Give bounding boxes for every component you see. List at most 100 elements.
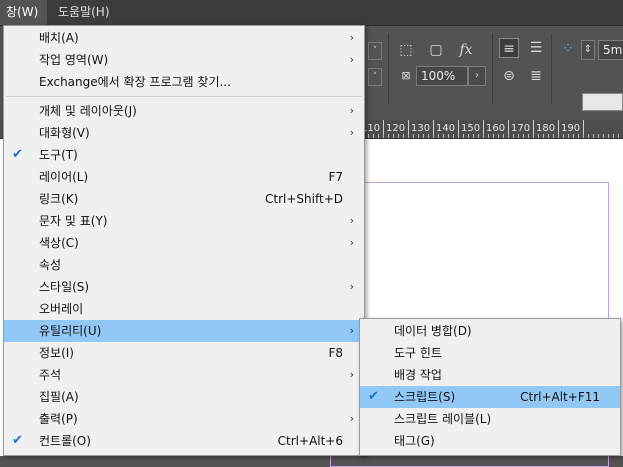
align-justify-icon[interactable]: ☰ — [526, 38, 546, 58]
ruler-tick — [543, 134, 544, 138]
menu-item-styles[interactable]: 스타일(S) › — [4, 276, 364, 298]
chevron-right-icon: › — [349, 412, 354, 425]
ruler-label: 160 — [486, 123, 506, 134]
submenu-item-scripts[interactable]: ✔ 스크립트(S) Ctrl+Alt+F11 — [360, 386, 620, 408]
menubar: 창(W) 도움말(H) — [0, 0, 623, 26]
ruler-label: 170 — [511, 123, 531, 134]
menubar-window[interactable]: 창(W) — [0, 0, 47, 25]
menu-item-info[interactable]: 정보(I) F8 — [4, 342, 364, 364]
menu-item-tools[interactable]: ✔ 도구(T) — [4, 144, 364, 166]
ruler-label: 150 — [461, 123, 481, 134]
chevron-right-icon[interactable]: › — [468, 66, 486, 86]
ruler-tick — [438, 134, 439, 138]
ruler-tick — [558, 134, 559, 138]
ruler-tick — [398, 134, 399, 138]
chevron-down-icon[interactable]: ˅ — [368, 68, 382, 86]
checkmark-icon: ✔ — [368, 389, 379, 404]
opacity-field[interactable]: 100% — [416, 66, 468, 86]
align-center-icon[interactable]: ≡ — [499, 38, 519, 58]
menu-item-color[interactable]: 색상(C) › — [4, 232, 364, 254]
submenu-item-tags[interactable]: 태그(G) — [360, 430, 620, 452]
ruler-tick — [548, 134, 549, 138]
ruler-tick — [453, 134, 454, 138]
ruler-tick — [408, 134, 409, 138]
divider — [388, 34, 389, 104]
ruler-tick — [473, 134, 474, 138]
menu-item-type-tables[interactable]: 문자 및 표(Y) › — [4, 210, 364, 232]
menu-item-exchange[interactable]: Exchange에서 확장 프로그램 찾기... — [4, 71, 364, 93]
ruler-tick — [488, 134, 489, 138]
menubar-help[interactable]: 도움말(H) — [52, 0, 116, 25]
menu-item-layers[interactable]: 레이어(L) F7 — [4, 166, 364, 188]
ruler-tick — [573, 134, 574, 138]
stroke-icon[interactable]: ▢ — [426, 40, 446, 60]
stepper-icon[interactable]: ⇕ — [581, 40, 595, 60]
ruler-tick — [513, 134, 514, 138]
ruler-tick — [563, 134, 564, 138]
ruler-tick — [528, 134, 529, 138]
ruler-tick — [518, 134, 519, 138]
size-field[interactable]: 5mm — [598, 40, 623, 60]
menu-item-links[interactable]: 링크(K) Ctrl+Shift+D — [4, 188, 364, 210]
ruler-tick — [523, 134, 524, 138]
ruler-tick — [373, 134, 374, 138]
reference-point-icon[interactable]: ⁘ — [558, 39, 578, 59]
ruler-tick — [378, 134, 379, 138]
fx-icon[interactable]: fx — [456, 40, 476, 60]
ruler-tick — [503, 134, 504, 138]
menu-item-properties[interactable]: 속성 — [4, 254, 364, 276]
ruler-tick — [388, 134, 389, 138]
ruler-label: 180 — [536, 123, 556, 134]
menu-item-interactive[interactable]: 대화형(V) › — [4, 122, 364, 144]
menu-item-comments[interactable]: 주석 › — [4, 364, 364, 386]
ruler-tick — [583, 134, 584, 138]
ruler-tick — [608, 134, 609, 138]
submenu-item-tool-hints[interactable]: 도구 힌트 — [360, 342, 620, 364]
ruler-tick — [553, 134, 554, 138]
ruler-tick — [418, 134, 419, 138]
ruler-tick — [458, 134, 459, 138]
ruler-tick — [383, 134, 384, 138]
ruler-tick — [538, 134, 539, 138]
opacity-icon: ⊠ — [401, 69, 411, 82]
menu-item-workspace[interactable]: 작업 영역(W) › — [4, 49, 364, 71]
menu-item-object-layout[interactable]: 개체 및 레이아웃(J) › — [4, 100, 364, 122]
ruler-tick — [508, 134, 509, 138]
stroke-swatch[interactable] — [582, 93, 623, 111]
utilities-submenu: 데이터 병합(D) 도구 힌트 배경 작업 ✔ 스크립트(S) Ctrl+Alt… — [359, 318, 621, 456]
ruler-tick — [468, 134, 469, 138]
ruler-tick — [578, 134, 579, 138]
frame-fitting-icon[interactable]: ⬚ — [396, 40, 416, 60]
divider — [551, 34, 552, 104]
chevron-right-icon: › — [349, 53, 354, 66]
ruler-tick — [588, 134, 589, 138]
submenu-item-background-tasks[interactable]: 배경 작업 — [360, 364, 620, 386]
menu-item-utilities[interactable]: 유틸리티(U) › — [4, 320, 364, 342]
ruler-tick — [613, 134, 614, 138]
submenu-item-script-label[interactable]: 스크립트 레이블(L) — [360, 408, 620, 430]
vertical-align-icon[interactable]: ⊜ — [499, 66, 519, 86]
ruler-tick — [423, 134, 424, 138]
chevron-right-icon: › — [349, 104, 354, 117]
chevron-right-icon: › — [349, 236, 354, 249]
ruler-tick — [393, 134, 394, 138]
ruler-tick — [433, 134, 434, 138]
ruler-tick — [478, 134, 479, 138]
menu-item-overlays[interactable]: 오버레이 — [4, 298, 364, 320]
submenu-item-data-merge[interactable]: 데이터 병합(D) — [360, 320, 620, 342]
ruler-tick — [533, 134, 534, 138]
ruler-label: 130 — [411, 123, 431, 134]
ruler-label: 140 — [436, 123, 456, 134]
chevron-down-icon[interactable]: ˅ — [368, 42, 382, 60]
menu-item-control[interactable]: ✔ 컨트롤(O) Ctrl+Alt+6 — [4, 430, 364, 452]
menu-item-arrange[interactable]: 배치(A) › — [4, 27, 364, 49]
align-bottom-icon[interactable]: ≣ — [526, 66, 546, 86]
menu-item-output[interactable]: 출력(P) › — [4, 408, 364, 430]
ruler-tick — [448, 134, 449, 138]
ruler-tick — [493, 134, 494, 138]
menu-item-editorial[interactable]: 집필(A) — [4, 386, 364, 408]
ruler-tick — [413, 134, 414, 138]
ruler-tick — [368, 134, 369, 138]
ruler-tick — [403, 134, 404, 138]
chevron-right-icon: › — [349, 214, 354, 227]
